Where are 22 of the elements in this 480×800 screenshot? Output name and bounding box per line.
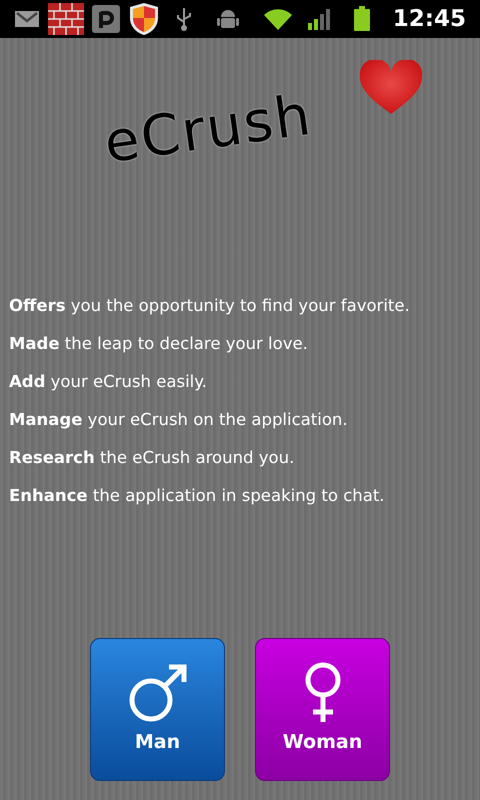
mail-icon xyxy=(14,9,40,29)
clock-time: 12:45 xyxy=(392,4,466,34)
shield-icon xyxy=(128,2,160,36)
man-button[interactable]: Man xyxy=(90,638,225,781)
feature-text: Enhance the application in speaking to chat. xyxy=(9,485,386,507)
app-logo: eCrush xyxy=(101,88,316,172)
usb-icon xyxy=(174,6,194,32)
feature-text: Research the eCrush around you. xyxy=(9,447,296,469)
feature-text: Offers you the opportunity to find your favorite. xyxy=(9,295,411,317)
heart-icon xyxy=(358,60,424,116)
battery-icon xyxy=(352,6,371,32)
male-symbol-icon xyxy=(126,662,188,724)
feature-text: Made the leap to declare your love. xyxy=(9,333,309,355)
wifi-icon xyxy=(262,7,293,31)
woman-button[interactable]: Woman xyxy=(255,638,390,781)
signal-icon xyxy=(306,7,331,31)
brick-wall-icon xyxy=(48,3,84,35)
android-icon xyxy=(216,7,240,31)
feature-text: Manage your eCrush on the application. xyxy=(9,409,349,431)
feature-text: Add your eCrush easily. xyxy=(9,371,208,393)
female-symbol-icon xyxy=(302,662,342,724)
p-letter-icon xyxy=(92,5,120,33)
